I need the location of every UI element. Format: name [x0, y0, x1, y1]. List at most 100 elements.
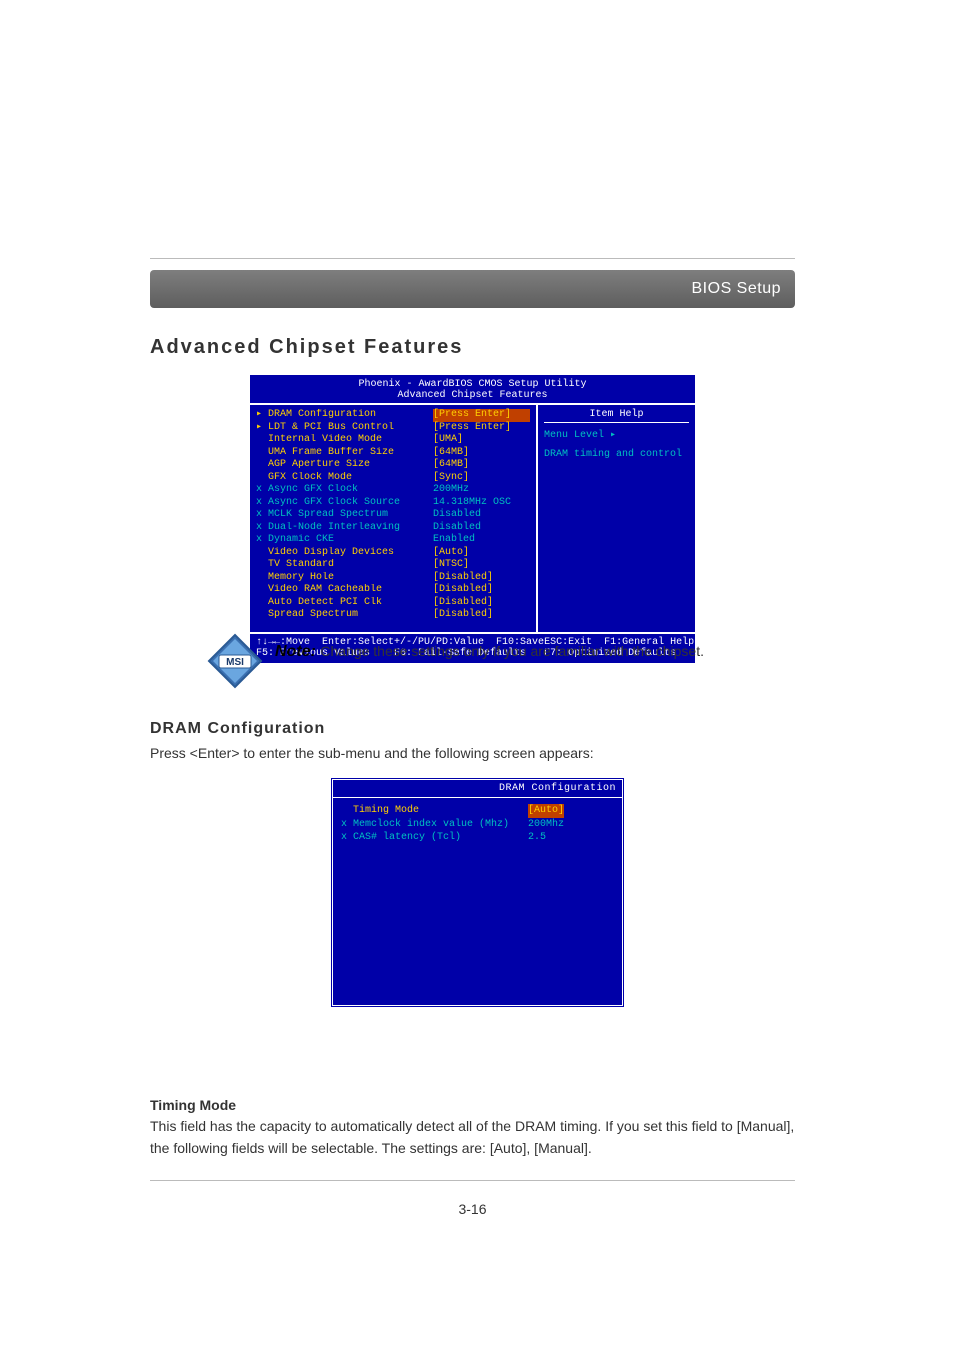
bios-option-label: AGP Aperture Size	[268, 459, 433, 472]
bios-option-label: UMA Frame Buffer Size	[268, 447, 433, 460]
bios-option-value: Enabled	[433, 534, 530, 547]
dram-intro-text: Press <Enter> to enter the sub-menu and …	[150, 742, 795, 764]
bios-option-row: x MCLK Spread SpectrumDisabled	[256, 509, 530, 522]
blank-marker	[256, 609, 268, 622]
bios-option-label: TV Standard	[268, 559, 433, 572]
x-marker-icon: x	[256, 522, 268, 535]
bios-option-label: Video Display Devices	[268, 547, 433, 560]
bios-option-value: [Auto]	[433, 547, 530, 560]
timing-mode-body: This field has the capacity to automatic…	[150, 1115, 795, 1160]
blank-marker	[256, 459, 268, 472]
blank-marker	[256, 547, 268, 560]
bios-menu-level-label: Menu Level	[544, 430, 604, 441]
bios2-option-list: Timing Mode[Auto]x Memclock index value …	[333, 798, 622, 1005]
bios2-option-row: x Memclock index value (Mhz)200Mhz	[341, 818, 616, 832]
dram-heading: DRAM Configuration	[150, 720, 795, 738]
bios-help-description: DRAM timing and control	[544, 449, 689, 460]
triangle-right-icon: ▸	[256, 409, 268, 422]
bios-option-value: [64MB]	[433, 447, 530, 460]
page-content: BIOS Setup Advanced Chipset Features Pho…	[150, 270, 795, 665]
timing-mode-subheading: Timing Mode	[150, 1097, 795, 1113]
bios2-option-value: [Auto]	[528, 804, 564, 818]
bios2-option-row: Timing Mode[Auto]	[341, 804, 616, 818]
bios-option-row: Video Display Devices[Auto]	[256, 547, 530, 560]
bios-screenshot-dram-config: DRAM Configuration Timing Mode[Auto]x Me…	[330, 777, 625, 1008]
page-bottom-rule	[150, 1180, 795, 1181]
bios-title-line2: Advanced Chipset Features	[250, 390, 695, 401]
blank-marker	[341, 804, 353, 818]
bios-body: ▸ DRAM Configuration[Press Enter]▸ LDT &…	[250, 403, 695, 632]
bios-option-value: [Press Enter]	[433, 422, 530, 435]
bios2-header: DRAM Configuration	[333, 780, 622, 798]
blank-marker	[256, 597, 268, 610]
bios-option-value: 200MHz	[433, 484, 530, 497]
bios-option-value: [NTSC]	[433, 559, 530, 572]
bios-option-row: Video RAM Cacheable[Disabled]	[256, 584, 530, 597]
bios-option-value: [Disabled]	[433, 572, 530, 585]
bios-option-value: [Disabled]	[433, 609, 530, 622]
note-block: Note: Change these settings only if you …	[275, 640, 795, 662]
bios-option-label: Memory Hole	[268, 572, 433, 585]
blank-marker	[256, 447, 268, 460]
x-marker-icon: x	[256, 484, 268, 497]
blank-marker	[256, 572, 268, 585]
bios-option-row: Spread Spectrum[Disabled]	[256, 609, 530, 622]
triangle-right-icon	[610, 429, 618, 441]
x-marker-icon: x	[341, 831, 353, 845]
bios-option-label: Async GFX Clock	[268, 484, 433, 497]
blank-marker	[256, 472, 268, 485]
msi-logo-badge: MSI	[207, 633, 263, 689]
bios2-option-label: Timing Mode	[353, 804, 528, 818]
bios-option-row: x Async GFX Clock Source14.318MHz OSC	[256, 497, 530, 510]
bios-option-row: Internal Video Mode[UMA]	[256, 434, 530, 447]
bios-help-panel: Item Help Menu Level DRAM timing and con…	[536, 405, 695, 632]
chapter-header-bar: BIOS Setup	[150, 270, 795, 308]
page-top-rule	[150, 258, 795, 259]
bios-option-value: [UMA]	[433, 434, 530, 447]
bios-option-label: Spread Spectrum	[268, 609, 433, 622]
bios-option-value: [Sync]	[433, 472, 530, 485]
bios-option-row: TV Standard[NTSC]	[256, 559, 530, 572]
bios-option-row: UMA Frame Buffer Size[64MB]	[256, 447, 530, 460]
bios2-option-label: Memclock index value (Mhz)	[353, 818, 528, 832]
bios-option-label: Auto Detect PCI Clk	[268, 597, 433, 610]
bios-option-row: Auto Detect PCI Clk[Disabled]	[256, 597, 530, 610]
x-marker-icon: x	[256, 497, 268, 510]
bios-option-value: Disabled	[433, 509, 530, 522]
bios-option-list: ▸ DRAM Configuration[Press Enter]▸ LDT &…	[250, 405, 536, 632]
bios-option-row: ▸ LDT & PCI Bus Control[Press Enter]	[256, 422, 530, 435]
lower-text-block: Timing Mode This field has the capacity …	[150, 1085, 795, 1217]
x-marker-icon: x	[256, 534, 268, 547]
bios-screenshot-advanced-chipset: Phoenix - AwardBIOS CMOS Setup Utility A…	[248, 373, 697, 665]
dram-section: DRAM Configuration Press <Enter> to ente…	[150, 720, 795, 764]
svg-text:MSI: MSI	[226, 657, 244, 668]
bios-option-label: Dual-Node Interleaving	[268, 522, 433, 535]
bios-option-value: Disabled	[433, 522, 530, 535]
bios2-option-value: 2.5	[528, 831, 546, 845]
bios-option-value: [Disabled]	[433, 584, 530, 597]
blank-marker	[256, 434, 268, 447]
bios-option-label: LDT & PCI Bus Control	[268, 422, 433, 435]
bios-option-row: Memory Hole[Disabled]	[256, 572, 530, 585]
bios-option-row: x Dual-Node InterleavingDisabled	[256, 522, 530, 535]
bios-option-label: GFX Clock Mode	[268, 472, 433, 485]
chapter-header-text: BIOS Setup	[692, 280, 782, 298]
bios-option-label: Internal Video Mode	[268, 434, 433, 447]
bios-title: Phoenix - AwardBIOS CMOS Setup Utility A…	[250, 375, 695, 403]
note-heading: Note:	[275, 643, 316, 660]
bios-option-label: Video RAM Cacheable	[268, 584, 433, 597]
bios-option-label: Dynamic CKE	[268, 534, 433, 547]
triangle-right-icon: ▸	[256, 422, 268, 435]
bios-option-row: x Dynamic CKEEnabled	[256, 534, 530, 547]
blank-marker	[256, 584, 268, 597]
bios-option-row: x Async GFX Clock200MHz	[256, 484, 530, 497]
bios-option-label: DRAM Configuration	[268, 409, 433, 422]
bios-option-label: MCLK Spread Spectrum	[268, 509, 433, 522]
bios-option-row: GFX Clock Mode[Sync]	[256, 472, 530, 485]
bios-option-row: AGP Aperture Size[64MB]	[256, 459, 530, 472]
bios2-option-label: CAS# latency (Tcl)	[353, 831, 528, 845]
section-heading: Advanced Chipset Features	[150, 336, 795, 359]
bios-option-value: 14.318MHz OSC	[433, 497, 530, 510]
bios-option-value: [Press Enter]	[433, 409, 530, 422]
x-marker-icon: x	[341, 818, 353, 832]
